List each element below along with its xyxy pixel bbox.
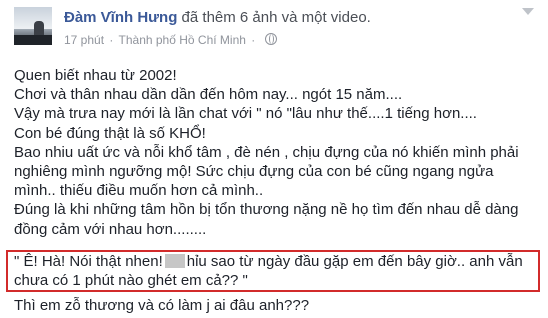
post-line: đồng cảm với nhau hơn........ (14, 220, 207, 238)
avatar[interactable] (14, 7, 52, 45)
post-line: Vậy mà trưa nay mới là lần chat với " nó… (14, 105, 477, 123)
post-line: Con bé đúng thật là số KHỔ! (14, 124, 206, 142)
globe-icon[interactable] (264, 33, 277, 45)
post-body: Quen biết nhau từ 2002! Chơi và thân nha… (14, 66, 542, 239)
post-line: Chơi và thân nhau dần dần đến hôm nay...… (14, 86, 403, 104)
post-line: Bao nhiu uất ức và nỗi khổ tâm , đè nén … (14, 143, 519, 161)
post-last-line: Thì em zỗ thương và có làm j ai đâu anh?… (14, 297, 310, 314)
post-line: Quen biết nhau từ 2002! (14, 67, 177, 84)
highlighted-quote: " Ê! Hà! Nói thật nhen! hỉu sao từ ngày đ… (14, 252, 534, 290)
post-line: mình.. thiếu điều muốn hơn cả mình.. (14, 182, 264, 200)
redaction-block (164, 254, 185, 268)
quote-line-1-start: " Ê! Hà! Nói thật nhen! (14, 253, 163, 270)
chevron-down-icon[interactable] (522, 8, 534, 15)
post-line: nghiêng mình ngưỡng mộ! Sức chịu đựng củ… (14, 163, 494, 181)
facebook-post: Đàm Vĩnh Hưng đã thêm 6 ảnh và một video… (0, 0, 548, 318)
post-timestamp-link[interactable]: 17 phút (64, 33, 104, 47)
avatar-sky (14, 7, 52, 29)
post-meta: 17 phút · Thành phố Hồ Chí Minh · (64, 32, 277, 48)
avatar-ground (14, 35, 52, 45)
post-action-text: đã thêm 6 ảnh và một video. (181, 9, 371, 26)
location-link[interactable]: Thành phố Hồ Chí Minh (119, 33, 246, 47)
quote-line-2: chưa có 1 phút nào ghét em cả?? " (14, 272, 248, 290)
post-header: Đàm Vĩnh Hưng đã thêm 6 ảnh và một video… (64, 8, 371, 28)
meta-separator-2: · (251, 33, 256, 47)
quote-line-1-end: hỉu sao từ ngày đầu gặp em đến bây giờ..… (186, 253, 523, 270)
meta-separator: · (109, 33, 114, 47)
quote-line-1: " Ê! Hà! Nói thật nhen! hỉu sao từ ngày đ… (14, 252, 534, 271)
author-name-link[interactable]: Đàm Vĩnh Hưng (64, 9, 177, 26)
post-line: Đúng là khi những tâm hồn bị tổn thương … (14, 201, 519, 219)
